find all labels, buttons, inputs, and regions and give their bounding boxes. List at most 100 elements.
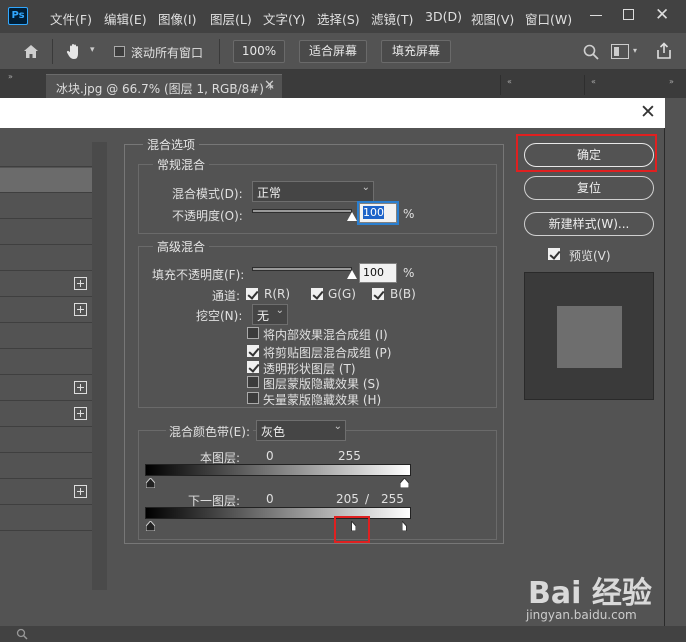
knockout-label: 挖空(N): — [196, 309, 243, 323]
panel-dock: « — [500, 75, 570, 95]
channel-r-label: R(R) — [264, 287, 291, 301]
layer-mask-hides-effects-checkbox[interactable] — [247, 376, 259, 388]
blend-clipped-layers-label: 将剪贴图层混合成组 (P) — [263, 346, 392, 360]
menu-file[interactable]: 文件(F) — [50, 9, 92, 28]
blend-clipped-layers-checkbox[interactable] — [247, 345, 259, 357]
this-layer-black-slider[interactable] — [146, 478, 155, 488]
search-icon[interactable] — [582, 43, 600, 61]
blend-mode-select[interactable]: 正常 ⌄ — [252, 181, 374, 202]
add-style-icon[interactable] — [74, 277, 87, 290]
fill-opacity-input[interactable]: 100 — [359, 263, 397, 283]
add-style-icon[interactable] — [74, 407, 87, 420]
new-style-button[interactable]: 新建样式(W)... — [524, 212, 654, 236]
chevron-down-icon[interactable]: ▾ — [633, 46, 637, 55]
list-item[interactable] — [0, 376, 92, 401]
highlight-box — [334, 516, 370, 543]
hand-tool-icon[interactable] — [64, 42, 84, 62]
maximize-icon[interactable] — [623, 9, 634, 20]
list-item[interactable] — [0, 480, 92, 505]
minimize-icon[interactable] — [590, 15, 602, 16]
collapse-panel-icon[interactable]: « — [591, 77, 596, 86]
styles-scrollbar[interactable] — [92, 142, 107, 590]
close-tab-icon[interactable]: ✕ — [264, 78, 275, 93]
blend-if-select[interactable]: 灰色 ⌄ — [256, 420, 346, 441]
chevron-down-icon: ⌄ — [333, 421, 342, 432]
opacity-slider-fill — [253, 210, 351, 212]
menu-filter[interactable]: 滤镜(T) — [371, 9, 413, 28]
reset-button[interactable]: 复位 — [524, 176, 654, 200]
list-item[interactable] — [0, 194, 92, 219]
fill-opacity-slider[interactable] — [252, 267, 352, 271]
channel-b-checkbox[interactable] — [372, 288, 384, 300]
baidu-jingyan-watermark: Bai 经验 jingyan.baidu.com — [520, 568, 670, 624]
menu-select[interactable]: 选择(S) — [317, 9, 360, 28]
advanced-blending-title: 高级混合 — [153, 238, 210, 255]
list-item[interactable] — [0, 506, 92, 531]
blend-interior-effects-checkbox[interactable] — [247, 327, 259, 339]
knockout-select[interactable]: 无 ⌄ — [252, 304, 288, 325]
layer-mask-hides-effects-label: 图层蒙版隐藏效果 (S) — [263, 377, 380, 391]
channels-label: 通道: — [212, 289, 241, 303]
zoom-icon[interactable] — [16, 628, 28, 640]
zoom-100-button[interactable]: 100% — [233, 40, 285, 63]
list-item[interactable] — [0, 402, 92, 427]
channel-g-checkbox[interactable] — [311, 288, 323, 300]
document-tab-title: 冰块.jpg @ 66.7% (图层 1, RGB/8#) * — [56, 82, 274, 96]
list-item[interactable] — [0, 220, 92, 245]
chevron-down-icon[interactable]: ▾ — [90, 45, 95, 55]
vector-mask-hides-effects-checkbox[interactable] — [247, 392, 259, 404]
collapse-panel-icon[interactable]: « — [507, 77, 512, 86]
menu-layer[interactable]: 图层(L) — [210, 9, 252, 28]
dialog-close-icon[interactable]: ✕ — [640, 101, 656, 123]
list-item[interactable] — [0, 246, 92, 271]
list-item[interactable] — [0, 142, 92, 167]
home-icon[interactable] — [22, 43, 40, 61]
menu-edit[interactable]: 编辑(E) — [104, 9, 147, 28]
list-item[interactable] — [0, 350, 92, 375]
opacity-input[interactable]: 100 — [357, 201, 399, 225]
list-item[interactable] — [0, 454, 92, 479]
document-tab[interactable]: 冰块.jpg @ 66.7% (图层 1, RGB/8#) * ✕ — [46, 74, 282, 98]
highlight-box — [516, 134, 657, 172]
general-blending-title: 常规混合 — [153, 156, 210, 173]
collapse-panel-icon[interactable]: » — [8, 72, 13, 81]
collapse-panel-icon[interactable]: » — [669, 77, 674, 86]
opacity-label: 不透明度(O): — [172, 209, 243, 223]
list-item[interactable] — [0, 298, 92, 323]
list-item[interactable] — [0, 324, 92, 349]
transparency-shapes-layer-checkbox[interactable] — [247, 361, 259, 373]
this-layer-high-value: 255 — [338, 449, 361, 463]
opacity-slider-thumb[interactable] — [347, 212, 357, 221]
fill-screen-button[interactable]: 填充屏幕 — [381, 40, 451, 63]
menu-type[interactable]: 文字(Y) — [263, 9, 305, 28]
list-item[interactable] — [0, 168, 92, 193]
list-item[interactable] — [0, 272, 92, 297]
workspace-icon[interactable] — [611, 44, 629, 59]
underlying-low-value: 0 — [266, 492, 274, 506]
add-style-icon[interactable] — [74, 381, 87, 394]
menu-bar: Ps 文件(F) 编辑(E) 图像(I) 图层(L) 文字(Y) 选择(S) 滤… — [0, 0, 686, 33]
share-icon[interactable] — [655, 42, 673, 60]
add-style-icon[interactable] — [74, 303, 87, 316]
channel-r-checkbox[interactable] — [246, 288, 258, 300]
menu-view[interactable]: 视图(V) — [471, 9, 514, 28]
underlying-black-slider[interactable] — [146, 521, 155, 531]
menu-3d[interactable]: 3D(D) — [425, 9, 462, 24]
opacity-slider[interactable] — [252, 209, 352, 213]
blend-mode-label: 混合模式(D): — [172, 187, 243, 201]
vector-mask-hides-effects-label: 矢量蒙版隐藏效果 (H) — [263, 393, 382, 407]
preview-checkbox[interactable] — [548, 248, 560, 260]
underlying-white-slider[interactable] — [402, 521, 411, 531]
scroll-all-windows-checkbox[interactable] — [114, 46, 125, 57]
layer-style-dialog: ✕ 混合选项 常规混合 混合模式(D): 正常 ⌄ 不透明度(O): 100 %… — [0, 98, 665, 626]
blend-interior-effects-label: 将内部效果混合成组 (I) — [263, 328, 388, 342]
menu-window[interactable]: 窗口(W) — [525, 9, 572, 28]
fill-opacity-slider-thumb[interactable] — [347, 270, 357, 279]
add-style-icon[interactable] — [74, 485, 87, 498]
this-layer-white-slider[interactable] — [400, 478, 409, 488]
menu-image[interactable]: 图像(I) — [158, 9, 196, 28]
channel-g-label: G(G) — [328, 287, 356, 301]
fit-screen-button[interactable]: 适合屏幕 — [299, 40, 367, 63]
close-window-icon[interactable]: ✕ — [655, 5, 669, 25]
list-item[interactable] — [0, 428, 92, 453]
